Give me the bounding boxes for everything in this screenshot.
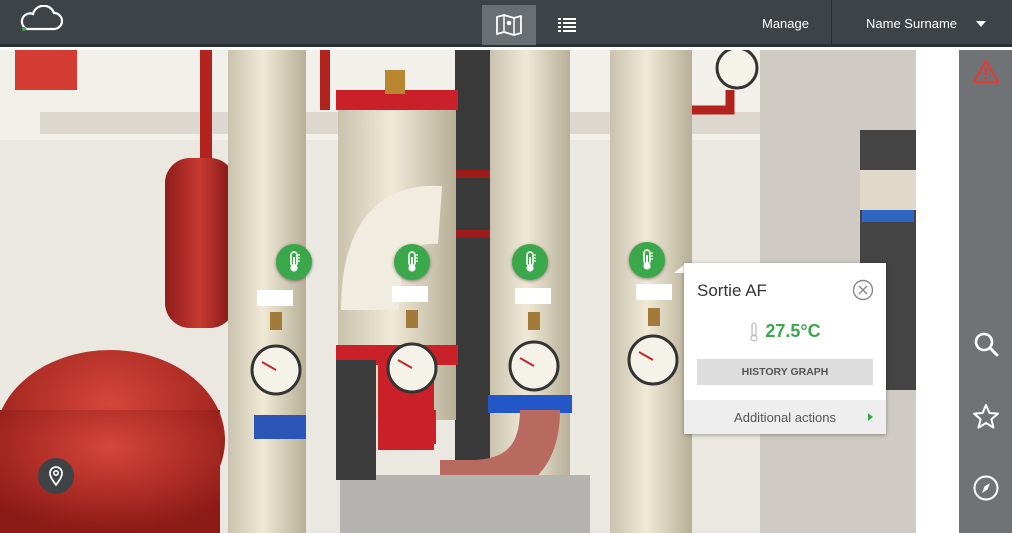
star-icon bbox=[973, 403, 999, 429]
temperature-value: 27.5°C bbox=[765, 321, 821, 341]
search-button[interactable] bbox=[970, 328, 1002, 360]
thermometer-icon bbox=[643, 249, 653, 270]
cloud-logo-icon[interactable] bbox=[18, 5, 66, 35]
manage-menu[interactable]: Manage bbox=[740, 0, 832, 47]
additional-actions-label: Additional actions bbox=[734, 409, 836, 425]
map-view-button[interactable] bbox=[482, 5, 536, 45]
search-icon bbox=[974, 332, 999, 357]
compass-button[interactable] bbox=[970, 472, 1002, 504]
chevron-down-icon[interactable] bbox=[976, 21, 986, 27]
thermometer-icon bbox=[408, 251, 418, 272]
chevron-right-icon bbox=[868, 413, 873, 421]
location-pin-button[interactable] bbox=[38, 458, 74, 494]
map-view-icon bbox=[496, 14, 522, 36]
additional-actions-button[interactable]: Additional actions bbox=[684, 400, 886, 434]
compass-icon bbox=[973, 475, 999, 501]
close-icon[interactable] bbox=[852, 279, 874, 301]
right-sidebar bbox=[959, 50, 1012, 533]
sensor-marker-1[interactable] bbox=[276, 244, 312, 280]
sensor-marker-3[interactable] bbox=[512, 244, 548, 280]
sensor-marker-4[interactable] bbox=[629, 242, 665, 278]
user-menu[interactable]: Name Surname bbox=[838, 0, 990, 47]
alert-button[interactable] bbox=[970, 56, 1002, 88]
location-pin-icon bbox=[49, 466, 63, 486]
thermometer-icon bbox=[750, 321, 758, 342]
alert-icon bbox=[972, 59, 1000, 84]
thermometer-icon bbox=[526, 251, 536, 272]
list-view-button[interactable] bbox=[540, 5, 594, 45]
top-bar: Manage Name Surname bbox=[0, 0, 1012, 47]
favorites-button[interactable] bbox=[970, 400, 1002, 432]
sensor-marker-2[interactable] bbox=[394, 244, 430, 280]
popup-title: Sortie AF bbox=[697, 281, 767, 300]
history-graph-button[interactable]: HISTORY GRAPH bbox=[697, 359, 873, 385]
thermometer-icon bbox=[290, 251, 300, 272]
sensor-reading: 27.5°C bbox=[684, 321, 886, 342]
sensor-popup: Sortie AF 27.5°C HISTORY GRAPH Additiona… bbox=[684, 263, 886, 434]
list-view-icon bbox=[558, 18, 576, 32]
